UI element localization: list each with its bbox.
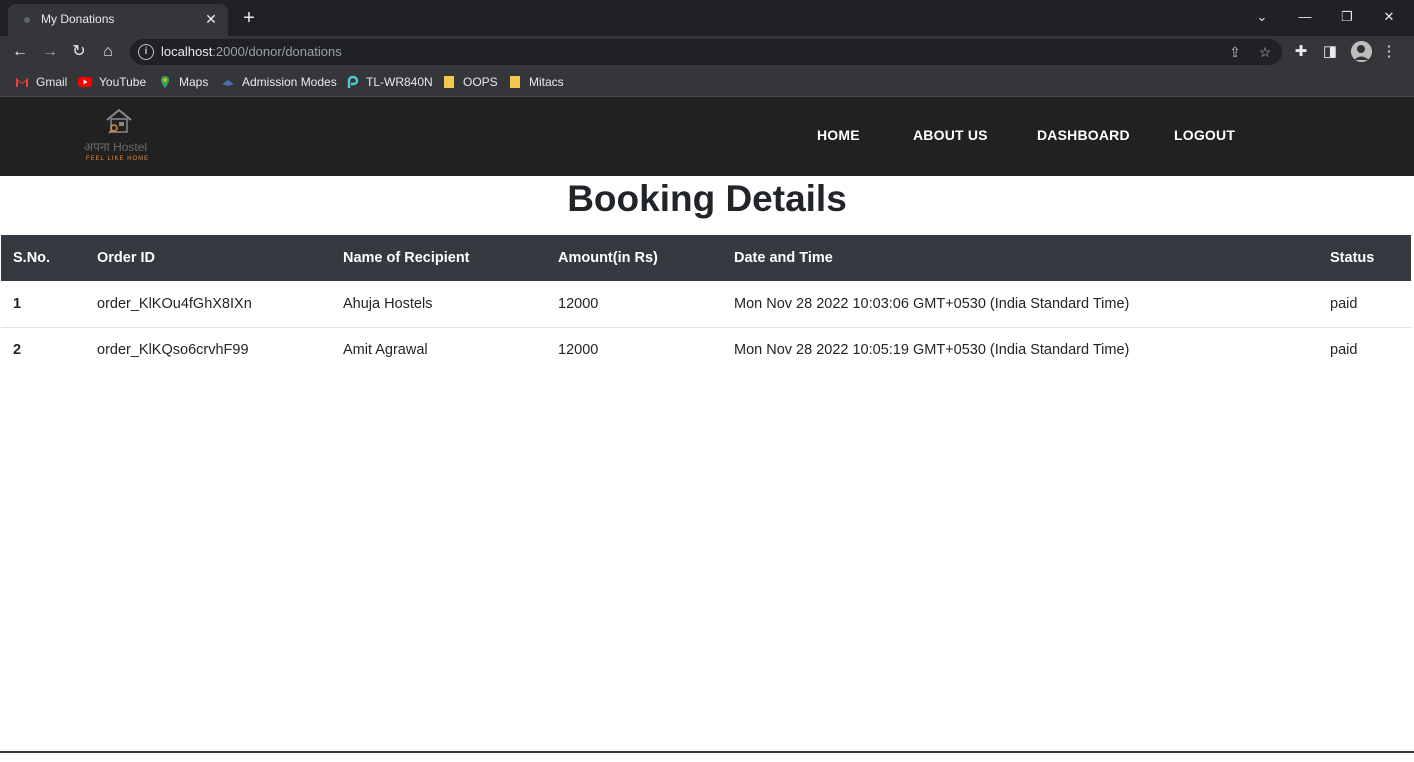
site-logo[interactable]: अपना Hostel FEEL LIKE HOME (80, 107, 164, 169)
web-page: अपना Hostel FEEL LIKE HOME HOME ABOUT US… (0, 97, 1414, 762)
cell-amount: 12000 (558, 295, 599, 312)
forward-button[interactable]: → (38, 40, 62, 64)
nav-about-us[interactable]: ABOUT US (913, 127, 988, 143)
bookmark-mitacs[interactable]: Mitacs (508, 73, 564, 91)
bookmark-tl-wr840n[interactable]: TL-WR840N (345, 73, 433, 91)
folder-icon (510, 76, 520, 88)
bookmark-star-icon[interactable]: ☆ (1256, 43, 1274, 61)
browser-toolbar: ← → ↻ ⌂ i localhost:2000/donor/donations… (0, 36, 1414, 68)
col-header-status: Status (1330, 250, 1375, 266)
cell-status: paid (1330, 295, 1358, 312)
back-button[interactable]: ← (8, 40, 32, 64)
page-title: Booking Details (567, 178, 847, 219)
bookmark-label: Mitacs (529, 75, 564, 89)
gmail-icon (16, 78, 28, 87)
bookmark-label: Maps (179, 75, 209, 89)
bookmark-label: Gmail (36, 75, 68, 89)
bookmarks-bar: Gmail YouTube Maps Admission Modes TL-WR… (0, 68, 1414, 97)
menu-kebab-icon[interactable]: ⋮ (1378, 41, 1400, 63)
new-tab-button[interactable]: + (238, 8, 260, 30)
side-panel-icon[interactable]: ◨ (1319, 41, 1341, 63)
cell-amount: 12000 (558, 342, 599, 359)
nav-home[interactable]: HOME (817, 127, 860, 143)
reload-button[interactable]: ↻ (67, 40, 91, 64)
bookmark-admission-modes[interactable]: Admission Modes (221, 73, 337, 91)
profile-avatar[interactable] (1351, 41, 1372, 62)
home-button[interactable]: ⌂ (96, 40, 120, 64)
logo-text: अपना Hostel (84, 140, 148, 154)
booking-table: S.No. Order ID Name of Recipient Amount(… (1, 235, 1411, 373)
restore-button[interactable]: ❐ (1335, 6, 1359, 28)
active-tab[interactable]: My Donations ✕ (8, 4, 228, 36)
favicon-icon (24, 17, 30, 23)
col-header-sno: S.No. (13, 250, 51, 266)
house-logo-icon (106, 108, 132, 134)
tab-search-icon[interactable]: ⌄ (1250, 6, 1274, 28)
cell-datetime: Mon Nov 28 2022 10:03:06 GMT+0530 (India… (734, 295, 1130, 312)
col-header-amount: Amount(in Rs) (558, 250, 658, 266)
address-bar[interactable]: i localhost:2000/donor/donations ⇪ ☆ (130, 39, 1282, 65)
folder-icon (444, 76, 454, 88)
cell-recipient: Amit Agrawal (343, 342, 428, 359)
avatar-icon (1351, 41, 1372, 62)
bookmark-gmail[interactable]: Gmail (15, 73, 67, 91)
logo-tagline: FEEL LIKE HOME (86, 156, 150, 162)
bookmark-label: TL-WR840N (366, 75, 433, 89)
bookmark-youtube[interactable]: YouTube (78, 73, 146, 91)
cell-sno: 1 (13, 295, 22, 312)
close-window-button[interactable]: ✕ (1377, 6, 1401, 28)
url-text[interactable]: localhost:2000/donor/donations (161, 44, 342, 59)
site-navbar: अपना Hostel FEEL LIKE HOME HOME ABOUT US… (0, 97, 1414, 176)
table-row: 1 order_KlKOu4fGhX8IXn Ahuja Hostels 120… (1, 281, 1411, 327)
minimize-button[interactable]: — (1293, 6, 1317, 28)
cell-sno: 2 (13, 342, 22, 359)
maps-icon (161, 76, 169, 88)
bookmark-label: Admission Modes (242, 75, 337, 89)
cell-order-id: order_KlKOu4fGhX8IXn (97, 295, 252, 312)
browser-window: My Donations ✕ + ⌄ — ❐ ✕ ← → ↻ ⌂ i local… (0, 0, 1414, 762)
table-header-row: S.No. Order ID Name of Recipient Amount(… (1, 235, 1411, 281)
tab-title: My Donations (41, 12, 115, 26)
col-header-recipient: Name of Recipient (343, 250, 470, 266)
table-row: 2 order_KlKQso6crvhF99 Amit Agrawal 1200… (1, 327, 1411, 373)
bookmark-label: OOPS (463, 75, 498, 89)
tab-strip: My Donations ✕ + ⌄ — ❐ ✕ (0, 0, 1414, 36)
col-header-order-id: Order ID (97, 250, 156, 266)
bookmark-oops[interactable]: OOPS (442, 73, 498, 91)
extensions-icon[interactable]: ✚ (1290, 41, 1312, 63)
router-icon (347, 75, 359, 88)
admission-icon (222, 80, 234, 86)
cell-order-id: order_KlKQso6crvhF99 (97, 342, 249, 359)
cell-recipient: Ahuja Hostels (343, 295, 433, 312)
youtube-icon (78, 77, 92, 87)
nav-dashboard[interactable]: DASHBOARD (1037, 127, 1130, 143)
bookmark-label: YouTube (99, 75, 147, 89)
cell-status: paid (1330, 342, 1358, 359)
nav-logout[interactable]: LOGOUT (1174, 127, 1235, 143)
col-header-datetime: Date and Time (734, 250, 833, 266)
share-icon[interactable]: ⇪ (1226, 43, 1244, 61)
footer-divider (0, 751, 1414, 753)
site-info-icon[interactable]: i (138, 44, 154, 60)
cell-datetime: Mon Nov 28 2022 10:05:19 GMT+0530 (India… (734, 342, 1130, 359)
close-tab-icon[interactable]: ✕ (202, 10, 220, 28)
bookmark-maps[interactable]: Maps (158, 73, 208, 91)
